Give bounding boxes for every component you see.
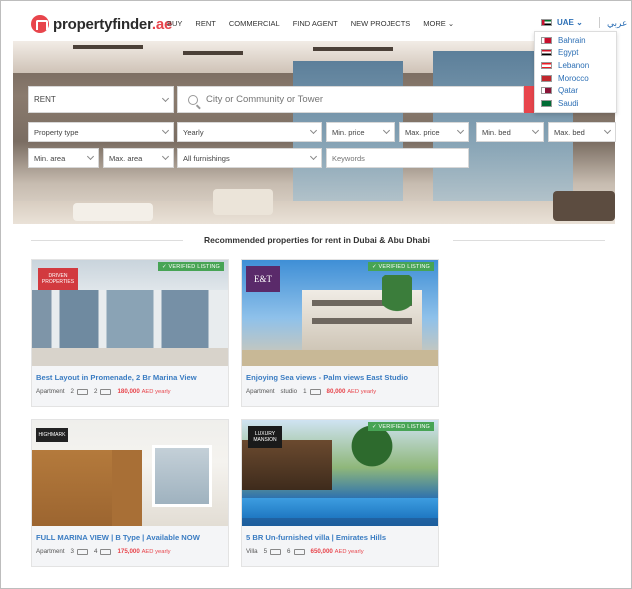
location-search bbox=[177, 86, 524, 113]
chevron-down-icon bbox=[161, 152, 170, 161]
bath-icon bbox=[293, 548, 305, 555]
bahrain-flag-icon bbox=[541, 36, 552, 44]
listing-price: 80,000 AED yearly bbox=[326, 388, 377, 395]
listing-meta: Apartment 3 4 175,000 AED yearly bbox=[36, 548, 171, 555]
header-divider bbox=[599, 17, 600, 28]
furnishing-select[interactable]: All furnishings bbox=[177, 148, 322, 168]
listing-price: 180,000 AED yearly bbox=[117, 388, 171, 395]
nav-more[interactable]: MORE ⌄ bbox=[423, 19, 454, 28]
country-option-egypt[interactable]: Egypt bbox=[535, 47, 616, 60]
listing-photo: LUXURY MANSION ✓ VERIFIED LISTING bbox=[242, 420, 438, 526]
page: propertyfinder.ae BUY RENT COMMERCIAL FI… bbox=[0, 0, 632, 589]
listing-meta: Villa 5 6 650,000 AED yearly bbox=[246, 548, 364, 555]
lebanon-flag-icon bbox=[541, 61, 552, 69]
country-option-lebanon[interactable]: Lebanon bbox=[535, 59, 616, 72]
agency-logo: E&T bbox=[246, 266, 280, 292]
nav-commercial[interactable]: COMMERCIAL bbox=[229, 19, 280, 28]
country-option-morocco[interactable]: Morocco bbox=[535, 72, 616, 85]
country-option-saudi[interactable]: Saudi bbox=[535, 97, 616, 110]
nav-find-agent[interactable]: FIND AGENT bbox=[293, 19, 338, 28]
min-bed-select[interactable]: Min. bed bbox=[476, 122, 544, 142]
chevron-down-icon bbox=[309, 126, 318, 135]
nav-new-projects[interactable]: NEW PROJECTS bbox=[351, 19, 411, 28]
language-toggle[interactable]: عربي bbox=[607, 18, 627, 29]
bath-icon bbox=[309, 388, 321, 395]
listing-card[interactable]: HIGHMARK FULL MARINA VIEW | B Type | Ava… bbox=[31, 419, 229, 567]
chevron-down-icon bbox=[161, 94, 170, 103]
morocco-flag-icon bbox=[541, 74, 552, 82]
max-bed-select[interactable]: Max. bed bbox=[548, 122, 616, 142]
listing-price: 650,000 AED yearly bbox=[310, 548, 364, 555]
min-area-select[interactable]: Min. area bbox=[28, 148, 99, 168]
nav-buy[interactable]: BUY bbox=[167, 19, 182, 28]
country-option-qatar[interactable]: Qatar bbox=[535, 84, 616, 97]
qatar-flag-icon bbox=[541, 87, 552, 95]
nav-rent[interactable]: RENT bbox=[195, 19, 215, 28]
country-dropdown: Bahrain Egypt Lebanon Morocco Qatar Saud… bbox=[534, 31, 617, 113]
chevron-down-icon bbox=[456, 126, 465, 135]
section-divider-right bbox=[453, 240, 605, 241]
verified-badge: ✓ VERIFIED LISTING bbox=[367, 422, 434, 431]
egypt-flag-icon bbox=[541, 49, 552, 57]
chevron-down-icon bbox=[382, 126, 391, 135]
keywords-input[interactable] bbox=[326, 148, 469, 168]
house-icon bbox=[31, 15, 49, 33]
logo-name: propertyfinder bbox=[53, 15, 152, 33]
country-selector[interactable]: UAE ⌄ bbox=[541, 18, 583, 27]
listing-card[interactable]: E&T ✓ VERIFIED LISTING Enjoying Sea view… bbox=[241, 259, 439, 407]
chevron-down-icon bbox=[309, 152, 318, 161]
chevron-down-icon bbox=[603, 126, 612, 135]
period-select[interactable]: Yearly bbox=[177, 122, 322, 142]
listing-title[interactable]: 5 BR Un-furnished villa | Emirates Hills bbox=[246, 533, 386, 542]
search-icon bbox=[188, 94, 198, 105]
listing-price: 175,000 AED yearly bbox=[117, 548, 171, 555]
listing-title[interactable]: Best Layout in Promenade, 2 Br Marina Vi… bbox=[36, 373, 197, 382]
listing-meta: Apartment studio 1 80,000 AED yearly bbox=[246, 388, 377, 395]
listing-title[interactable]: Enjoying Sea views - Palm views East Stu… bbox=[246, 373, 408, 382]
rent-mode-select[interactable]: RENT bbox=[28, 86, 174, 113]
main-nav: BUY RENT COMMERCIAL FIND AGENT NEW PROJE… bbox=[167, 19, 454, 28]
chevron-down-icon bbox=[161, 126, 170, 135]
saudi-flag-icon bbox=[541, 99, 552, 107]
max-area-select[interactable]: Max. area bbox=[103, 148, 174, 168]
agency-logo: DRIVEN PROPERTIES bbox=[38, 268, 78, 290]
chevron-down-icon bbox=[531, 126, 540, 135]
listing-title[interactable]: FULL MARINA VIEW | B Type | Available NO… bbox=[36, 533, 200, 542]
property-type-select[interactable]: Property type bbox=[28, 122, 174, 142]
listing-photo: E&T ✓ VERIFIED LISTING bbox=[242, 260, 438, 366]
min-price-select[interactable]: Min. price bbox=[326, 122, 395, 142]
country-selected: UAE ⌄ bbox=[557, 18, 583, 27]
listing-photo: DRIVEN PROPERTIES ✓ VERIFIED LISTING bbox=[32, 260, 228, 366]
listing-photo: HIGHMARK bbox=[32, 420, 228, 526]
agency-logo: LUXURY MANSION bbox=[248, 426, 282, 448]
bed-icon bbox=[77, 548, 88, 555]
chevron-down-icon bbox=[86, 152, 95, 161]
listing-card[interactable]: DRIVEN PROPERTIES ✓ VERIFIED LISTING Bes… bbox=[31, 259, 229, 407]
site-logo[interactable]: propertyfinder.ae bbox=[31, 15, 172, 33]
listing-meta: Apartment 2 2 180,000 AED yearly bbox=[36, 388, 171, 395]
location-input[interactable] bbox=[206, 94, 506, 105]
verified-badge: ✓ VERIFIED LISTING bbox=[367, 262, 434, 271]
bath-icon bbox=[100, 548, 112, 555]
listing-card[interactable]: LUXURY MANSION ✓ VERIFIED LISTING 5 BR U… bbox=[241, 419, 439, 567]
uae-flag-icon bbox=[541, 19, 552, 26]
bath-icon bbox=[100, 388, 112, 395]
country-option-bahrain[interactable]: Bahrain bbox=[535, 34, 616, 47]
agency-logo: HIGHMARK bbox=[36, 428, 68, 442]
max-price-select[interactable]: Max. price bbox=[399, 122, 469, 142]
verified-badge: ✓ VERIFIED LISTING bbox=[157, 262, 224, 271]
bed-icon bbox=[77, 388, 88, 395]
bed-icon bbox=[270, 548, 282, 555]
